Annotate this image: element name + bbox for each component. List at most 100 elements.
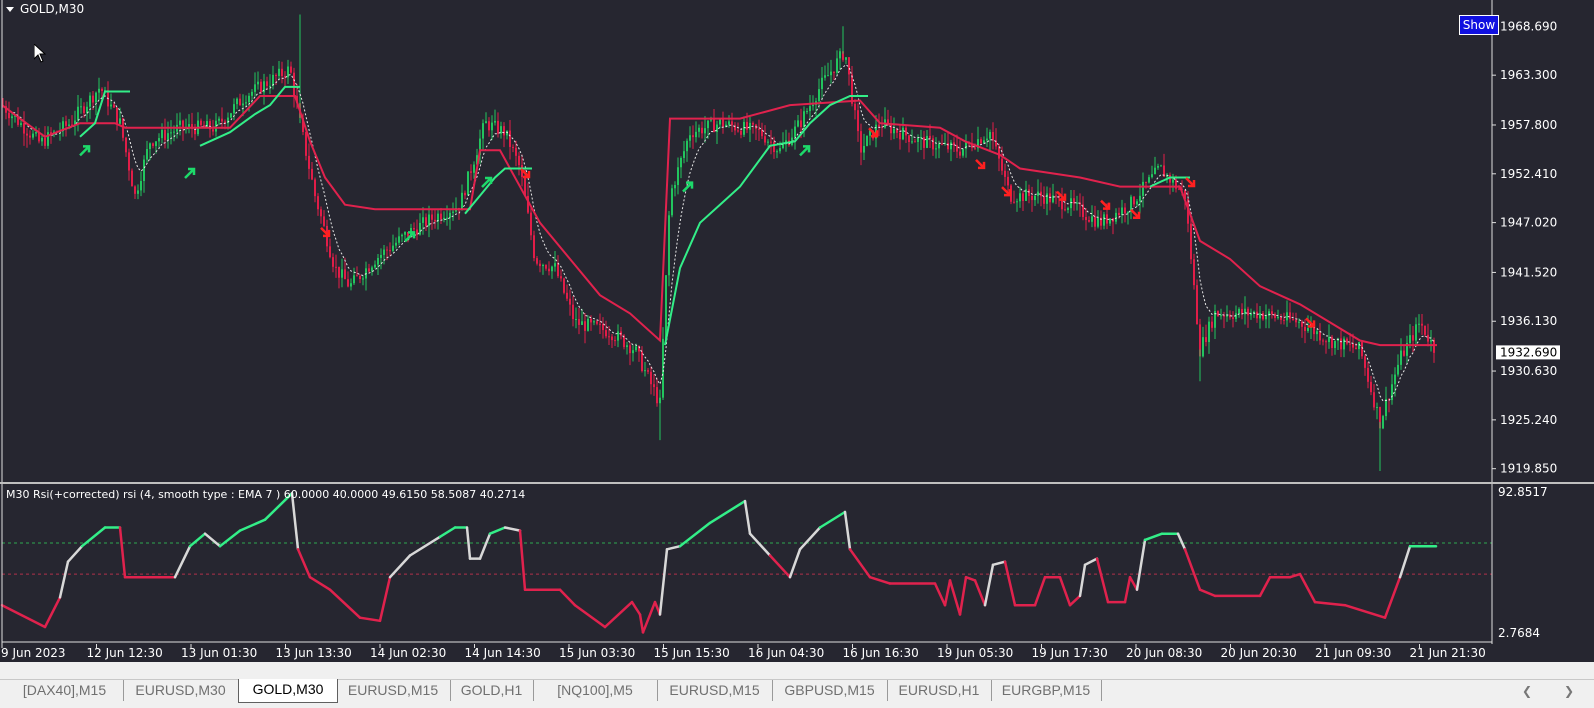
- candle-body: [578, 319, 580, 325]
- tab-dax40-m15[interactable]: [DAX40],M15: [6, 680, 124, 701]
- candle-body: [518, 155, 520, 166]
- rsi-segment: [630, 600, 642, 616]
- candle-body: [824, 75, 826, 78]
- candle-body: [236, 98, 238, 105]
- candle-body: [569, 298, 571, 305]
- candle-body: [779, 148, 781, 152]
- time-tick-label: 12 Jun 12:30: [87, 646, 163, 660]
- rsi-segment: [638, 613, 645, 634]
- rsi-segment: [378, 575, 392, 623]
- candle-body: [68, 124, 70, 126]
- price-chart-pane[interactable]: 1968.690 1963.300 1957.800 1952.410 1947.020…: [0, 0, 1594, 482]
- candle-body: [161, 129, 163, 139]
- candle-body: [722, 119, 724, 127]
- rsi-segment: [0, 603, 47, 629]
- candle-body: [146, 149, 148, 160]
- rsi-segment: [558, 588, 577, 607]
- rsi-segment: [573, 603, 607, 629]
- candle-body: [221, 118, 223, 122]
- candle-body: [1121, 207, 1123, 215]
- candle-body: [347, 279, 349, 287]
- candle-body: [866, 135, 868, 146]
- candle-body: [923, 137, 925, 148]
- tab-gold-h1[interactable]: GOLD,H1: [450, 680, 534, 701]
- candle-body: [110, 104, 112, 107]
- trailing-stop-down-line: [1, 95, 1437, 347]
- tab-eurusd-m15[interactable]: EURUSD,M15: [336, 680, 451, 701]
- tab-eurusd-m15[interactable]: EURUSD,M15: [657, 680, 773, 701]
- candle-body: [863, 145, 865, 153]
- candle-body: [1334, 340, 1336, 349]
- candle-body: [89, 95, 91, 107]
- candle-body: [938, 143, 940, 149]
- rsi-segment: [408, 535, 442, 557]
- indicator-pane[interactable]: M30 Rsi(+corrected) rsi (4, smooth type …: [0, 484, 1594, 662]
- symbol-text: GOLD,M30: [20, 2, 85, 16]
- tab-nq100-m5[interactable]: [NQ100],M5: [533, 680, 658, 701]
- candle-body: [659, 397, 661, 404]
- scroll-right-icon[interactable]: ❯: [1562, 683, 1576, 699]
- tab-eurusd-m30[interactable]: EURUSD,M30: [123, 680, 239, 701]
- candle-body: [467, 171, 469, 196]
- price-tick-label: 1963.300: [1500, 68, 1557, 82]
- candle-body: [23, 123, 25, 134]
- price-tick-label: 1936.130: [1500, 314, 1557, 328]
- candle-body: [653, 384, 655, 388]
- candle-body: [848, 57, 850, 75]
- candle-body: [662, 338, 664, 398]
- candle-body: [752, 122, 754, 125]
- candle-body: [1355, 347, 1357, 350]
- rsi-segment: [843, 510, 852, 551]
- indicator-axis-bottom: 2.7684: [1498, 626, 1540, 640]
- candle-body: [164, 129, 166, 140]
- candle-body: [743, 121, 745, 135]
- candle-body: [1208, 321, 1210, 343]
- candle-body: [491, 122, 493, 131]
- candle-body: [1148, 177, 1150, 183]
- candle-body: [821, 77, 823, 90]
- time-tick-label: 20 Jun 20:30: [1221, 646, 1297, 660]
- tab-gbpusd-m15[interactable]: GBPUSD,M15: [772, 680, 888, 701]
- candle-body: [929, 135, 931, 139]
- tab-gold-m30[interactable]: GOLD,M30: [238, 679, 338, 703]
- scroll-left-icon[interactable]: ❮: [1520, 683, 1534, 699]
- candle-body: [611, 336, 613, 341]
- candle-body: [533, 235, 535, 259]
- candle-body: [764, 136, 766, 143]
- candle-body: [494, 120, 496, 123]
- candle-body: [251, 91, 253, 96]
- chart-symbol-label[interactable]: GOLD,M30: [6, 2, 84, 16]
- candles: [2, 14, 1435, 471]
- rsi-segment: [958, 575, 968, 616]
- candle-body: [1328, 336, 1330, 343]
- candle-body: [1277, 317, 1279, 319]
- candle-body: [1142, 181, 1144, 196]
- candle-body: [1055, 195, 1057, 197]
- candle-body: [239, 98, 241, 106]
- candle-body: [893, 128, 895, 134]
- candle-body: [986, 138, 988, 141]
- candle-body: [941, 143, 943, 145]
- rsi-segment: [203, 532, 222, 548]
- candle-body: [452, 211, 454, 213]
- candle-body: [1193, 259, 1195, 286]
- candle-body: [125, 137, 127, 153]
- rsi-segment: [308, 575, 332, 591]
- time-tick-label: 14 Jun 02:30: [370, 646, 446, 660]
- tab-eurusd-h1[interactable]: EURUSD,H1: [887, 680, 992, 701]
- price-tick-label: 1930.630: [1500, 364, 1557, 378]
- candle-body: [1133, 196, 1135, 205]
- show-button[interactable]: Show: [1459, 15, 1499, 35]
- candle-body: [713, 119, 715, 133]
- candle-body: [425, 217, 427, 227]
- candle-body: [356, 275, 358, 277]
- candle-body: [386, 249, 388, 251]
- collapse-triangle-icon[interactable]: [6, 6, 14, 12]
- candle-body: [1004, 170, 1006, 177]
- candle-body: [1046, 193, 1048, 204]
- tab-eurgbp-m15[interactable]: EURGBP,M15: [991, 680, 1102, 701]
- candle-body: [503, 126, 505, 136]
- candle-body: [1154, 167, 1156, 175]
- candle-body: [773, 141, 775, 153]
- rsi-segment: [1135, 538, 1147, 591]
